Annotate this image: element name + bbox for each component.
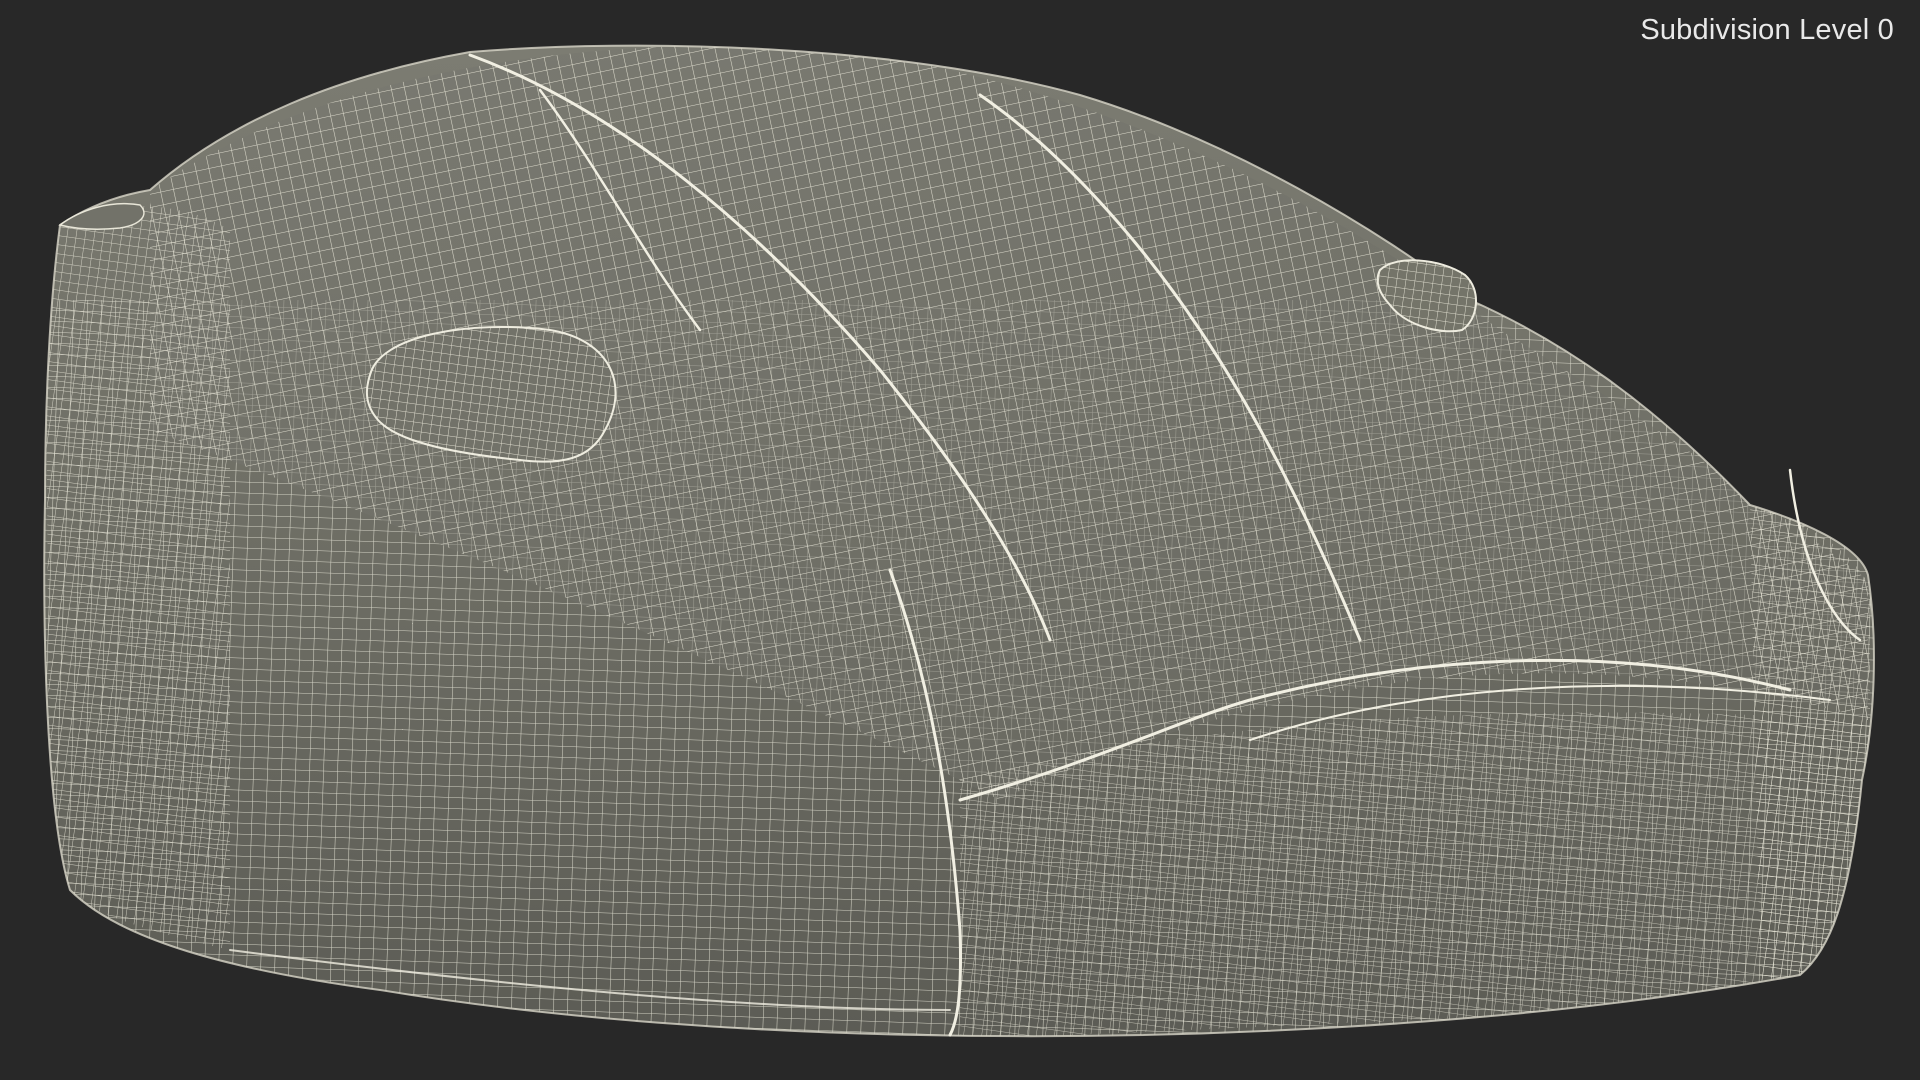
car-cover-wireframe-render (43, 44, 1875, 1038)
rear-spoiler-bumps (58, 202, 145, 230)
viewport: Subdivision Level 0 (0, 0, 1920, 1080)
subdivision-level-label: Subdivision Level 0 (1640, 14, 1894, 46)
